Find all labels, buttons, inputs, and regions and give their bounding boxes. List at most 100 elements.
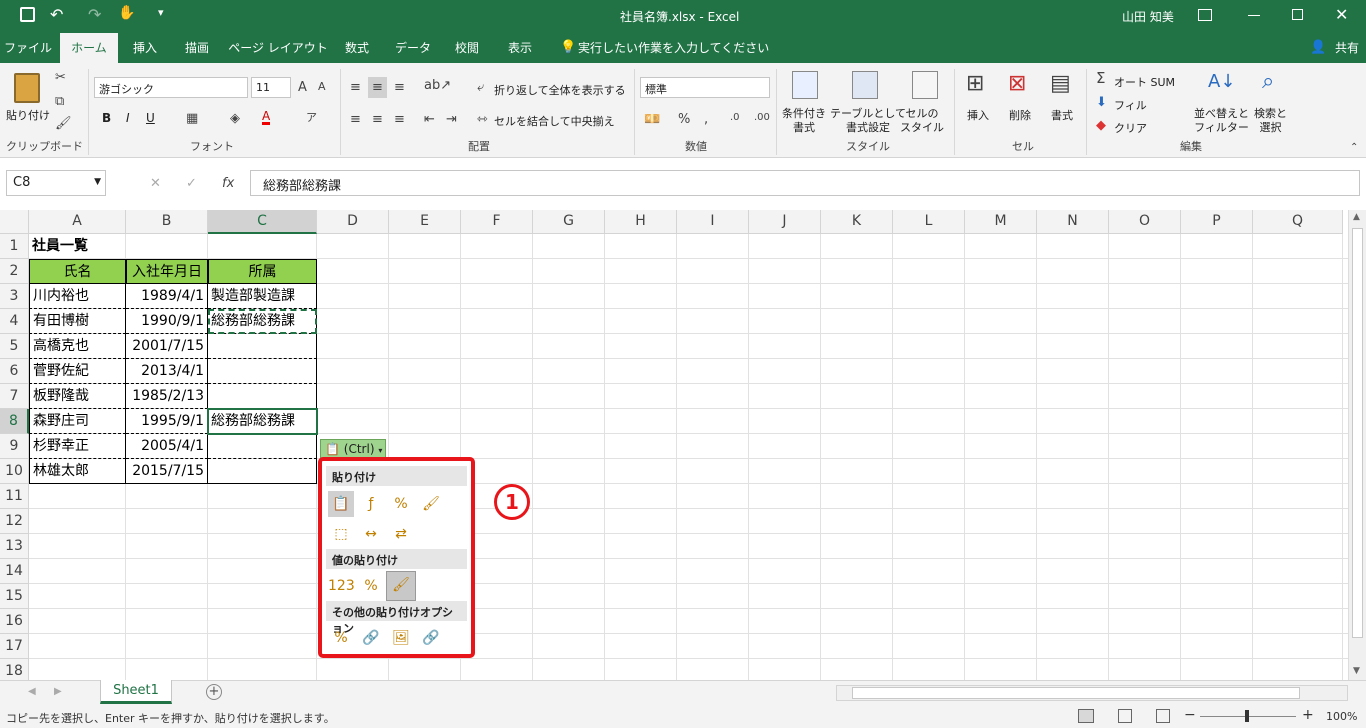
shrink-font-icon[interactable]: A: [318, 81, 326, 92]
orientation-icon[interactable]: ab↗: [424, 79, 451, 92]
column-header-b[interactable]: B: [126, 210, 208, 234]
align-center-icon[interactable]: ≡: [372, 113, 383, 126]
column-header-c[interactable]: C: [208, 210, 317, 234]
page-break-view-icon[interactable]: [1156, 709, 1170, 723]
cell-name[interactable]: 杉野幸正: [29, 434, 126, 459]
close-icon[interactable]: ✕: [1335, 5, 1348, 24]
worksheet-grid[interactable]: ABCDEFGHIJKLMNOPQ 1 2 3 4 5 6 7 8 9 10 11 12 13 14 15 1…: [0, 210, 1348, 680]
vertical-scrollbar[interactable]: ▲ ▼: [1348, 210, 1366, 680]
wrap-text-icon[interactable]: ⤶: [477, 81, 484, 94]
font-name-select[interactable]: 游ゴシック: [94, 77, 248, 98]
cell-date[interactable]: 2005/4/1: [126, 434, 208, 459]
find-select-icon[interactable]: ⌕: [1262, 71, 1274, 93]
row-header-15[interactable]: 15: [0, 584, 29, 609]
table-header-cell[interactable]: 入社年月日: [126, 259, 208, 284]
cell-date[interactable]: 2001/7/15: [126, 334, 208, 359]
cell-name[interactable]: 菅野佐紀: [29, 359, 126, 384]
format-as-table-button[interactable]: テーブルとして 書式設定: [830, 107, 906, 135]
increase-decimal-icon[interactable]: .0: [730, 113, 740, 123]
border-icon[interactable]: ▦: [186, 112, 198, 125]
linked-picture-icon[interactable]: 🔗: [418, 625, 444, 651]
cell-date[interactable]: 2015/7/15: [126, 459, 208, 484]
cell-dept[interactable]: [208, 359, 317, 384]
align-left-icon[interactable]: ≡: [350, 113, 361, 126]
cell-name[interactable]: 林雄太郎: [29, 459, 126, 484]
cell-dept[interactable]: [208, 384, 317, 409]
tab-data[interactable]: データ: [386, 33, 440, 63]
number-format-select[interactable]: 標準: [640, 77, 770, 98]
conditional-format-button[interactable]: 条件付き 書式: [782, 107, 826, 135]
italic-button[interactable]: I: [126, 111, 130, 125]
select-all-corner[interactable]: [0, 210, 29, 234]
touch-mode-icon[interactable]: ✋: [118, 5, 135, 21]
share-button[interactable]: 共有: [1332, 33, 1362, 63]
scroll-up-icon[interactable]: ▲: [1353, 212, 1360, 222]
save-icon[interactable]: [20, 7, 35, 22]
percent-icon[interactable]: %: [678, 113, 690, 126]
cut-icon[interactable]: ✂: [55, 71, 66, 84]
page-layout-view-icon[interactable]: [1118, 709, 1132, 723]
cell-name[interactable]: 有田博樹: [29, 309, 126, 334]
formula-input[interactable]: 総務部総務課: [250, 170, 1360, 196]
column-header-h[interactable]: H: [605, 210, 677, 234]
customize-qat-icon[interactable]: ▾: [158, 6, 164, 19]
find-select-button[interactable]: 検索と 選択: [1254, 107, 1287, 135]
column-header-e[interactable]: E: [389, 210, 461, 234]
tab-formulas[interactable]: 数式: [336, 33, 378, 63]
cell-name[interactable]: 森野庄司: [29, 409, 126, 434]
cell-dept[interactable]: [208, 334, 317, 359]
decrease-indent-icon[interactable]: ⇤: [424, 113, 435, 126]
merge-center-icon[interactable]: ⇿: [477, 113, 488, 126]
prev-sheet-icon[interactable]: ◀: [28, 686, 36, 697]
comma-icon[interactable]: ,: [704, 113, 708, 126]
cell-date[interactable]: 1985/2/13: [126, 384, 208, 409]
values-icon[interactable]: 123: [328, 573, 355, 599]
table-header-cell[interactable]: 所属: [208, 259, 317, 284]
row-header-5[interactable]: 5: [0, 334, 29, 359]
row-header-9[interactable]: 9: [0, 434, 29, 459]
row-header-7[interactable]: 7: [0, 384, 29, 409]
row-header-4[interactable]: 4: [0, 309, 29, 334]
sort-filter-button[interactable]: 並べ替えと フィルター: [1194, 107, 1249, 135]
zoom-in-icon[interactable]: +: [1302, 707, 1314, 723]
row-header-1[interactable]: 1: [0, 234, 29, 259]
delete-cells-icon[interactable]: ⊠: [1008, 73, 1026, 95]
user-name[interactable]: 山田 知美: [1122, 8, 1174, 25]
row-header-18[interactable]: 18: [0, 659, 29, 680]
cell-name[interactable]: 川内裕也: [29, 284, 126, 309]
normal-view-icon[interactable]: [1078, 709, 1094, 723]
align-bottom-icon[interactable]: ≡: [394, 81, 405, 94]
tell-me-input[interactable]: 実行したい作業を入力してください: [578, 33, 769, 63]
grow-font-icon[interactable]: A: [298, 81, 307, 94]
minimize-icon[interactable]: [1248, 15, 1260, 16]
scroll-down-icon[interactable]: ▼: [1353, 666, 1360, 676]
cancel-icon[interactable]: ✕: [150, 177, 161, 190]
keep-source-formatting-icon[interactable]: 🖌: [418, 491, 444, 517]
tab-review[interactable]: 校閲: [446, 33, 488, 63]
zoom-out-icon[interactable]: −: [1184, 707, 1196, 723]
row-header-6[interactable]: 6: [0, 359, 29, 384]
increase-indent-icon[interactable]: ⇥: [446, 113, 457, 126]
scroll-thumb[interactable]: [1352, 228, 1363, 638]
paste-label[interactable]: 貼り付け: [6, 107, 50, 123]
clear-icon[interactable]: ◆: [1096, 119, 1106, 132]
insert-cells-icon[interactable]: ⊞: [966, 73, 984, 95]
conditional-format-icon[interactable]: [792, 71, 818, 99]
collapse-ribbon-icon[interactable]: ⌃: [1350, 143, 1358, 153]
merge-center-button[interactable]: セルを結合して中央揃え: [494, 113, 615, 129]
delete-cells-button[interactable]: 削除: [1009, 107, 1031, 123]
undo-icon[interactable]: ↶: [50, 5, 63, 24]
cell-date[interactable]: 1995/9/1: [126, 409, 208, 434]
column-header-k[interactable]: K: [821, 210, 893, 234]
tab-file[interactable]: ファイル: [0, 33, 56, 63]
format-as-table-icon[interactable]: [852, 71, 878, 99]
wrap-text-button[interactable]: 折り返して全体を表示する: [494, 82, 626, 98]
row-header-10[interactable]: 10: [0, 459, 29, 484]
values-number-format-icon[interactable]: %: [358, 573, 384, 599]
autosum-icon[interactable]: Σ: [1096, 71, 1105, 86]
next-sheet-icon[interactable]: ▶: [54, 686, 62, 697]
column-header-o[interactable]: O: [1109, 210, 1181, 234]
phonetic-icon[interactable]: ア: [306, 112, 317, 123]
fill-button[interactable]: フィル: [1114, 97, 1147, 113]
column-header-j[interactable]: J: [749, 210, 821, 234]
